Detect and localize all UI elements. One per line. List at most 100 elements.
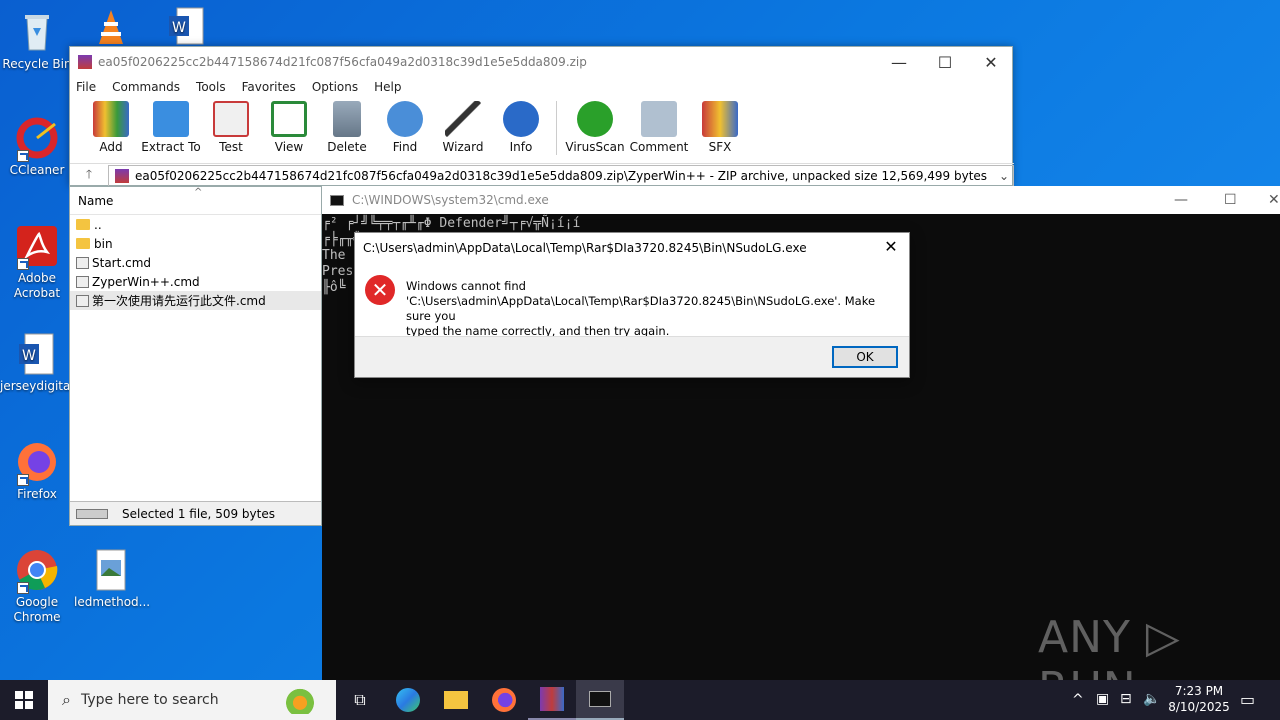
sfx-button[interactable]: SFX <box>691 101 749 154</box>
close-button[interactable]: ✕ <box>1268 192 1280 208</box>
up-arrow-icon[interactable]: 🡑 <box>70 165 108 186</box>
minimize-button[interactable]: — <box>876 47 922 77</box>
word-document-icon: W <box>15 332 59 376</box>
bug-icon <box>577 101 613 137</box>
clock-date: 8/10/2025 <box>1168 700 1230 714</box>
menu-file[interactable]: File <box>76 80 96 94</box>
desktop-icon-label: Google Chrome <box>13 595 61 624</box>
info-button[interactable]: Info <box>492 101 550 154</box>
menu-commands[interactable]: Commands <box>112 80 180 94</box>
menu-options[interactable]: Options <box>312 80 358 94</box>
cmd-icon <box>589 691 611 707</box>
notifications-icon[interactable]: ▭ <box>1240 690 1255 709</box>
test-button[interactable]: Test <box>202 101 260 154</box>
image-file-icon <box>89 548 133 592</box>
taskbar-search-box[interactable]: ⌕ Type here to search <box>48 680 336 720</box>
taskbar-winrar[interactable] <box>528 680 576 720</box>
volume-icon[interactable]: 🔈 <box>1143 691 1160 707</box>
folder-icon <box>76 219 90 230</box>
minimize-button[interactable]: — <box>1174 192 1188 208</box>
file-row-parent[interactable]: .. <box>70 215 321 234</box>
close-icon[interactable]: ✕ <box>879 237 903 259</box>
desktop-icon-recycle-bin[interactable]: Recycle Bin <box>0 10 74 72</box>
acrobat-icon <box>15 224 59 270</box>
start-button[interactable] <box>0 680 48 720</box>
comment-icon <box>641 101 677 137</box>
svg-text:W: W <box>172 20 186 36</box>
tray-overflow-chevron-icon[interactable]: ^ <box>1072 692 1084 708</box>
column-header-name[interactable]: Name ^ <box>70 187 321 215</box>
word-icon: W <box>163 4 207 48</box>
folder-icon <box>444 691 468 709</box>
cmd-titlebar: C:\WINDOWS\system32\cmd.exe — ☐ ✕ <box>322 186 1280 214</box>
taskbar-file-explorer[interactable] <box>432 680 480 720</box>
zip-icon <box>115 168 129 183</box>
file-row-start-cmd[interactable]: Start.cmd <box>70 253 321 272</box>
sort-ascending-icon: ^ <box>194 187 203 198</box>
desktop-icon-word[interactable]: W <box>148 4 222 51</box>
winrar-window: ea05f0206225cc2b447158674d21fc087f56cfa0… <box>69 46 1014 187</box>
desktop-icon-google-chrome[interactable]: Google Chrome <box>0 548 74 625</box>
task-view-button[interactable]: ⧉ <box>336 680 384 720</box>
taskbar-firefox[interactable] <box>480 680 528 720</box>
menu-favorites[interactable]: Favorites <box>242 80 296 94</box>
trash-icon <box>333 101 361 137</box>
maximize-button[interactable]: ☐ <box>1224 192 1237 208</box>
cmd-title: C:\WINDOWS\system32\cmd.exe <box>352 193 549 207</box>
search-icon: ⌕ <box>62 690 71 709</box>
desktop-icon-label: Adobe Acrobat <box>13 271 61 300</box>
desktop-icon-adobe-acrobat[interactable]: Adobe Acrobat <box>0 224 74 301</box>
taskbar-cmd[interactable] <box>576 680 624 720</box>
view-button[interactable]: View <box>260 101 318 154</box>
chrome-icon <box>15 548 59 594</box>
toolbar-separator <box>556 101 557 155</box>
status-text: Selected 1 file, 509 bytes <box>122 506 275 521</box>
virusscan-button[interactable]: VirusScan <box>563 101 627 154</box>
find-button[interactable]: Find <box>376 101 434 154</box>
extract-to-button[interactable]: Extract To <box>140 101 202 154</box>
taskbar-edge[interactable] <box>384 680 432 720</box>
desktop-icon-jerseydigital[interactable]: W jerseydigita... <box>0 332 82 394</box>
winrar-icon <box>540 687 564 711</box>
address-bar: 🡑 ea05f0206225cc2b447158674d21fc087f56cf… <box>70 163 1014 187</box>
delete-button[interactable]: Delete <box>318 101 376 154</box>
close-button[interactable]: ✕ <box>968 47 1014 77</box>
task-view-icon: ⧉ <box>354 690 366 709</box>
clock-time: 7:23 PM <box>1174 684 1224 698</box>
desktop-icon-label: ledmethod... <box>74 595 151 609</box>
desktop-icon-firefox[interactable]: Firefox <box>0 440 74 502</box>
add-button[interactable]: Add <box>82 101 140 154</box>
file-row-first-run-cmd[interactable]: 第一次使用请先运行此文件.cmd <box>70 291 321 310</box>
ccleaner-icon <box>15 116 59 162</box>
comment-button[interactable]: Comment <box>627 101 691 154</box>
folder-icon <box>153 101 189 137</box>
menu-help[interactable]: Help <box>374 80 401 94</box>
file-row-bin[interactable]: bin <box>70 234 321 253</box>
console-line: ╒² ╒┘╝╚╤╤┬╓╨╓Φ Defender╝┬╒√╦Ñ¡í¡í <box>322 216 581 231</box>
desktop-icon-label: Recycle Bin <box>2 57 72 71</box>
address-field[interactable]: ea05f0206225cc2b447158674d21fc087f56cfa0… <box>108 164 1014 187</box>
file-row-zyperwin-cmd[interactable]: ZyperWin++.cmd <box>70 272 321 291</box>
info-icon <box>503 101 539 137</box>
maximize-button[interactable]: ☐ <box>922 47 968 77</box>
shortcut-arrow-icon <box>17 150 29 162</box>
wizard-button[interactable]: Wizard <box>434 101 492 154</box>
cmd-file-icon <box>76 294 89 307</box>
tray-meet-icon[interactable]: ▣ <box>1096 691 1109 707</box>
desktop-icon-label: jerseydigita... <box>0 379 82 393</box>
network-icon[interactable]: ⊟ <box>1120 691 1132 707</box>
console-line: ╟ô╚ <box>322 280 346 295</box>
clock[interactable]: 7:23 PM 8/10/2025 <box>1160 683 1238 715</box>
console-line: The <box>322 248 346 263</box>
desktop-icon-ccleaner[interactable]: CCleaner <box>0 116 74 178</box>
chevron-down-icon[interactable]: ⌄ <box>999 169 1009 183</box>
desktop-icon-vlc[interactable] <box>74 4 148 51</box>
desktop-icon-label: CCleaner <box>9 163 65 177</box>
recycle-bin-icon <box>15 10 59 54</box>
shortcut-arrow-icon <box>17 582 29 594</box>
ok-button[interactable]: OK <box>832 346 898 368</box>
windows-logo-icon <box>15 691 33 709</box>
menu-tools[interactable]: Tools <box>196 80 226 94</box>
vlc-icon <box>89 4 133 48</box>
desktop-icon-ledmethod[interactable]: ledmethod... <box>74 548 151 610</box>
